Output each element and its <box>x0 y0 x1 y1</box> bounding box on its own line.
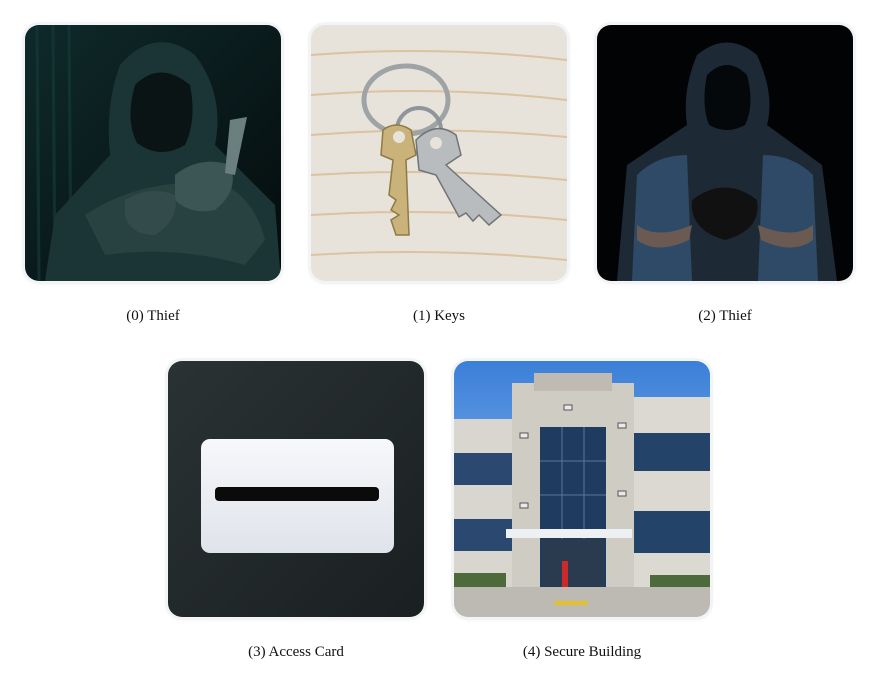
image-tile-thief-2[interactable] <box>597 25 853 281</box>
caption-keys: (1) Keys <box>412 308 466 324</box>
caption-thief-2: (2) Thief <box>698 308 752 324</box>
access-card-image <box>168 361 424 617</box>
image-tile-secure-building[interactable] <box>454 361 710 617</box>
keyring-keys-image <box>311 25 567 281</box>
caption-access-card: (3) Access Card <box>248 644 344 660</box>
image-tile-thief-1[interactable] <box>25 25 281 281</box>
image-tile-keys[interactable] <box>311 25 567 281</box>
hooded-thief-knife-image <box>25 25 281 281</box>
caption-secure-building: (4) Secure Building <box>522 644 642 660</box>
office-building-image <box>454 361 710 617</box>
hooded-thief-shadow-image <box>597 25 853 281</box>
caption-thief-1: (0) Thief <box>126 308 180 324</box>
image-tile-access-card[interactable] <box>168 361 424 617</box>
